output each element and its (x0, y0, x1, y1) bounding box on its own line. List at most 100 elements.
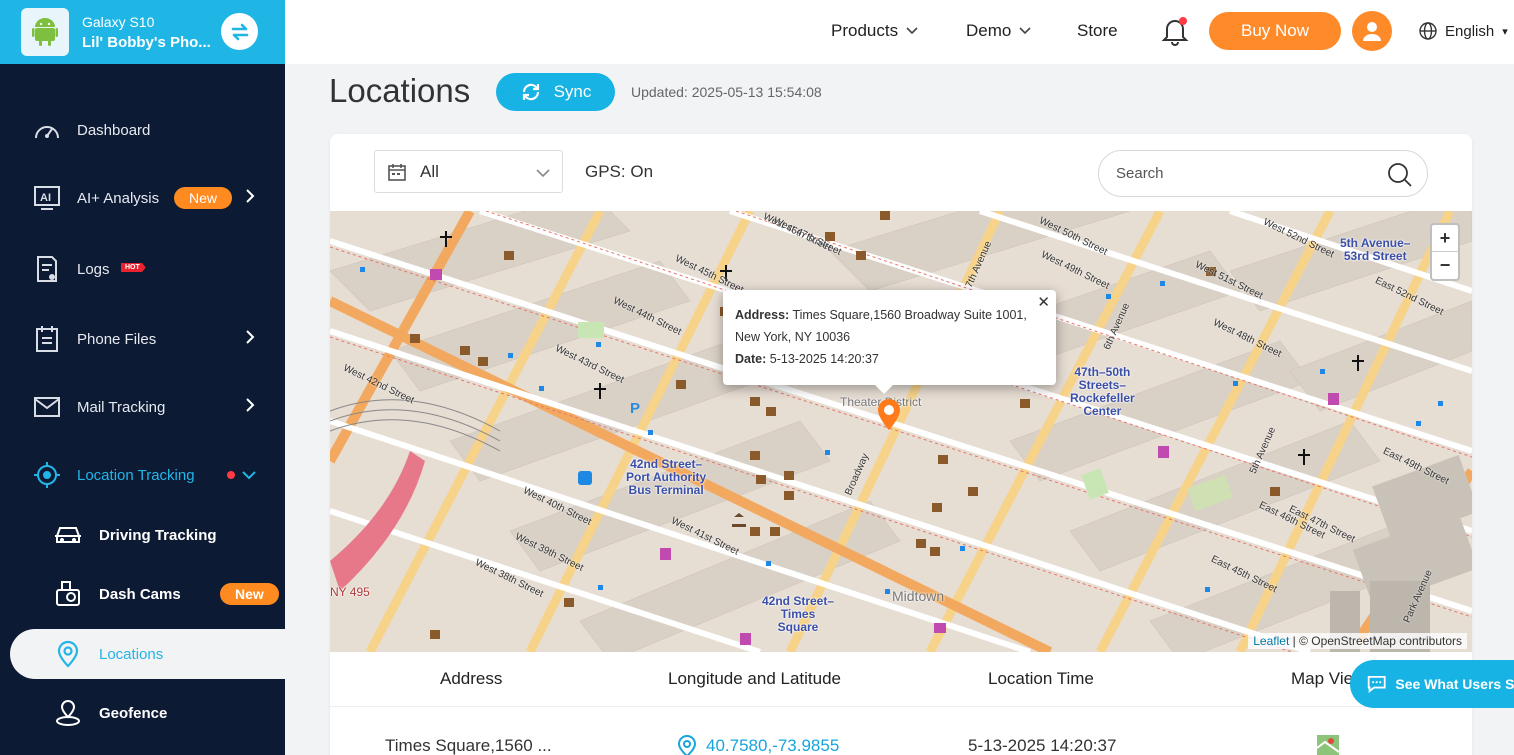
device-header: Galaxy S10 Lil' Bobby's Pho... (0, 0, 285, 64)
location-popup: ✕ Address: Times Square,1560 Broadway Su… (723, 290, 1056, 385)
row-location-time: 5-13-2025 14:20:37 (968, 736, 1117, 755)
zoom-in-button[interactable]: + (1432, 225, 1458, 252)
table-row[interactable]: Times Square,1560 ... 40.7580,-73.9855 5… (330, 708, 1472, 755)
leaflet-link[interactable]: Leaflet (1253, 634, 1289, 648)
files-icon (33, 325, 61, 353)
sidebar: Galaxy S10 Lil' Bobby's Pho... Dashboard… (0, 0, 285, 755)
chevron-right-icon (245, 329, 255, 349)
demo-label: Demo (966, 21, 1012, 40)
locations-card: All GPS: On Search P West 46th Street We… (330, 134, 1472, 755)
chevron-down-icon (906, 27, 918, 35)
sync-icon (522, 83, 539, 101)
android-icon (21, 8, 69, 56)
hot-badge: HOT (121, 263, 146, 272)
updated-timestamp: Updated: 2025-05-13 15:54:08 (631, 84, 822, 100)
table-header: Address Longitude and Latitude Location … (330, 652, 1472, 707)
zoom-out-button[interactable]: − (1432, 252, 1458, 279)
notification-bell-icon[interactable] (1161, 15, 1189, 52)
date-range-select[interactable]: All (374, 150, 563, 193)
geofence-icon (53, 698, 83, 728)
chat-bubble-icon (1367, 675, 1386, 693)
popup-address-line1: Times Square,1560 Broadway Suite 1001, (792, 308, 1027, 322)
top-navigation: Products Demo Store Buy Now English ▾ (285, 0, 1514, 64)
close-icon[interactable]: ✕ (1037, 292, 1050, 314)
products-label: Products (831, 21, 899, 40)
ai-icon: AI (33, 184, 61, 212)
osm-attribution: | © OpenStreetMap contributors (1292, 634, 1462, 648)
user-icon (1363, 22, 1381, 41)
sidebar-item-label: Dashboard (77, 121, 151, 139)
globe-icon (1419, 22, 1437, 40)
sidebar-subitem-locations[interactable]: Locations (10, 629, 285, 679)
row-coordinates[interactable]: 40.7580,-73.9855 (676, 734, 839, 755)
chat-label: See What Users Say (1395, 676, 1514, 692)
sidebar-item-label: Geofence (99, 704, 168, 722)
map-label-port-authority: 42nd Street– Port Authority Bus Terminal (626, 457, 707, 497)
sidebar-item-label: Logs (77, 260, 110, 278)
location-target-icon (33, 461, 61, 489)
column-header-location-time: Location Time (988, 669, 1094, 688)
sidebar-item-label: Locations (99, 645, 164, 663)
sidebar-item-label: AI+ Analysis (77, 189, 160, 207)
map-label-ny495: NY 495 (330, 585, 370, 599)
user-avatar[interactable] (1352, 11, 1392, 51)
sidebar-item-mail-tracking[interactable]: Mail Tracking (0, 382, 285, 432)
new-badge: New (174, 187, 233, 209)
logs-icon (33, 255, 61, 283)
location-pin-icon (677, 735, 697, 755)
sidebar-item-location-tracking[interactable]: Location Tracking (0, 450, 285, 500)
products-menu[interactable]: Products (831, 21, 918, 41)
sidebar-item-phone-files[interactable]: Phone Files (0, 314, 285, 364)
search-icon[interactable] (1387, 162, 1413, 193)
date-range-value: All (420, 161, 439, 181)
map-label-midtown: Midtown (892, 588, 945, 604)
map-attribution: Leaflet | © OpenStreetMap contributors (1248, 633, 1467, 649)
sidebar-subitem-driving-tracking[interactable]: Driving Tracking (0, 510, 285, 560)
calendar-icon (388, 163, 406, 181)
map-label-rockefeller-center: 47th–50th Streets– Rockefeller Center (1070, 365, 1135, 418)
store-link[interactable]: Store (1077, 21, 1118, 41)
map-label-fifth-avenue: 5th Avenue– 53rd Street (1340, 236, 1411, 263)
sidebar-item-logs[interactable]: Logs HOT (0, 244, 285, 294)
chevron-down-icon (241, 467, 257, 484)
popup-address-line2: New York, NY 10036 (735, 330, 851, 344)
location-pin-icon (53, 639, 83, 669)
location-map[interactable]: P West 46th Street West 45th Street West… (330, 211, 1472, 652)
switch-device-button[interactable] (221, 13, 258, 50)
map-view-icon[interactable] (1316, 734, 1340, 755)
dashcam-icon (53, 579, 83, 609)
chevron-right-icon (245, 188, 255, 208)
sidebar-item-label: Location Tracking (77, 466, 195, 484)
sidebar-item-label: Mail Tracking (77, 398, 166, 416)
sidebar-item-ai-analysis[interactable]: AI AI+ Analysis New (0, 173, 285, 223)
search-input[interactable] (1116, 165, 1366, 182)
demo-menu[interactable]: Demo (966, 21, 1031, 41)
chat-button[interactable]: See What Users Say (1350, 660, 1514, 708)
language-label: English (1445, 22, 1495, 40)
notification-dot (227, 471, 235, 479)
location-marker-icon[interactable] (876, 397, 902, 436)
column-header-coordinates: Longitude and Latitude (668, 669, 841, 688)
sidebar-item-label: Phone Files (77, 330, 157, 348)
row-address: Times Square,1560 ... (385, 736, 552, 755)
zoom-control: + − (1430, 223, 1460, 281)
buy-now-button[interactable]: Buy Now (1209, 12, 1341, 50)
dashboard-icon (33, 116, 61, 144)
search-box (1098, 150, 1428, 197)
device-model: Galaxy S10 (82, 13, 155, 30)
sync-label: Sync (553, 82, 592, 101)
sidebar-item-dashboard[interactable]: Dashboard (0, 105, 285, 155)
switch-icon (231, 23, 248, 40)
map-label-times-square: 42nd Street– Times Square (762, 594, 835, 634)
popup-date-value: 5-13-2025 14:20:37 (769, 352, 879, 366)
svg-text:P: P (630, 400, 640, 417)
svg-text:AI: AI (40, 192, 51, 204)
popup-tip (874, 384, 894, 394)
mail-icon (33, 393, 61, 421)
row-coordinates-text: 40.7580,-73.9855 (706, 736, 840, 755)
sync-button[interactable]: Sync (496, 73, 615, 111)
language-selector[interactable]: English ▾ (1419, 22, 1508, 40)
new-badge: New (220, 583, 279, 605)
sidebar-subitem-geofence[interactable]: Geofence (0, 688, 285, 738)
sidebar-subitem-dash-cams[interactable]: Dash Cams New (0, 569, 285, 619)
